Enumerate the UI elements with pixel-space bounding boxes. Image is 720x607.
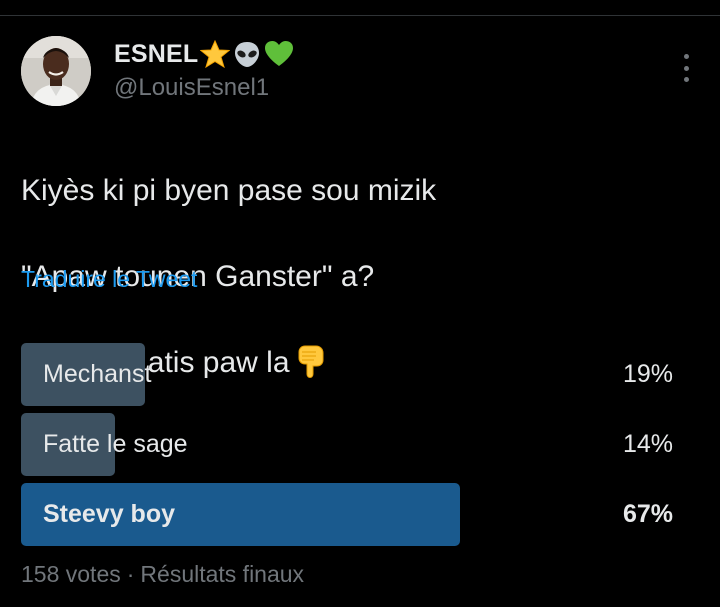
alien-emoji	[232, 40, 262, 68]
tweet-header: ESNEL @LouisEsnel1	[21, 36, 701, 108]
display-name-row: ESNEL	[114, 38, 294, 70]
poll-footer-separator: ·	[126, 561, 135, 587]
more-dot-icon	[683, 54, 689, 59]
display-name[interactable]: ESNEL	[114, 40, 198, 69]
poll-option-percent: 67%	[622, 500, 673, 528]
poll-option-percent: 14%	[622, 430, 673, 458]
avatar[interactable]	[21, 36, 91, 106]
tweet-text-line-1: Kiyès ki pi byen pase sou mizik	[21, 174, 437, 207]
poll-option: Mechanst 19%	[21, 343, 676, 406]
avatar-image	[21, 36, 91, 106]
green-heart-emoji	[264, 40, 294, 68]
poll-option: Fatte le sage 14%	[21, 413, 676, 476]
poll-footer: 158 votes · Résultats finaux	[21, 561, 304, 588]
poll-option-label: Mechanst	[43, 360, 152, 388]
poll-option: Steevy boy 67%	[21, 483, 676, 546]
poll: Mechanst 19% Fatte le sage 14% Steevy bo…	[21, 343, 676, 553]
more-dot-icon	[683, 77, 689, 82]
user-block: ESNEL @LouisEsnel1	[114, 38, 294, 102]
more-dot-icon	[683, 65, 689, 71]
star-emoji	[200, 39, 231, 69]
poll-status: Résultats finaux	[140, 561, 305, 587]
poll-option-label: Fatte le sage	[43, 430, 188, 458]
poll-option-percent: 19%	[622, 360, 673, 388]
translate-tweet-link[interactable]: Traduire le Tweet	[21, 266, 197, 293]
more-options-button[interactable]	[675, 54, 697, 82]
poll-option-label: Steevy boy	[43, 500, 176, 528]
poll-vote-count: 158 votes	[21, 561, 121, 587]
top-divider	[0, 0, 720, 16]
user-handle[interactable]: @LouisEsnel1	[114, 74, 294, 102]
